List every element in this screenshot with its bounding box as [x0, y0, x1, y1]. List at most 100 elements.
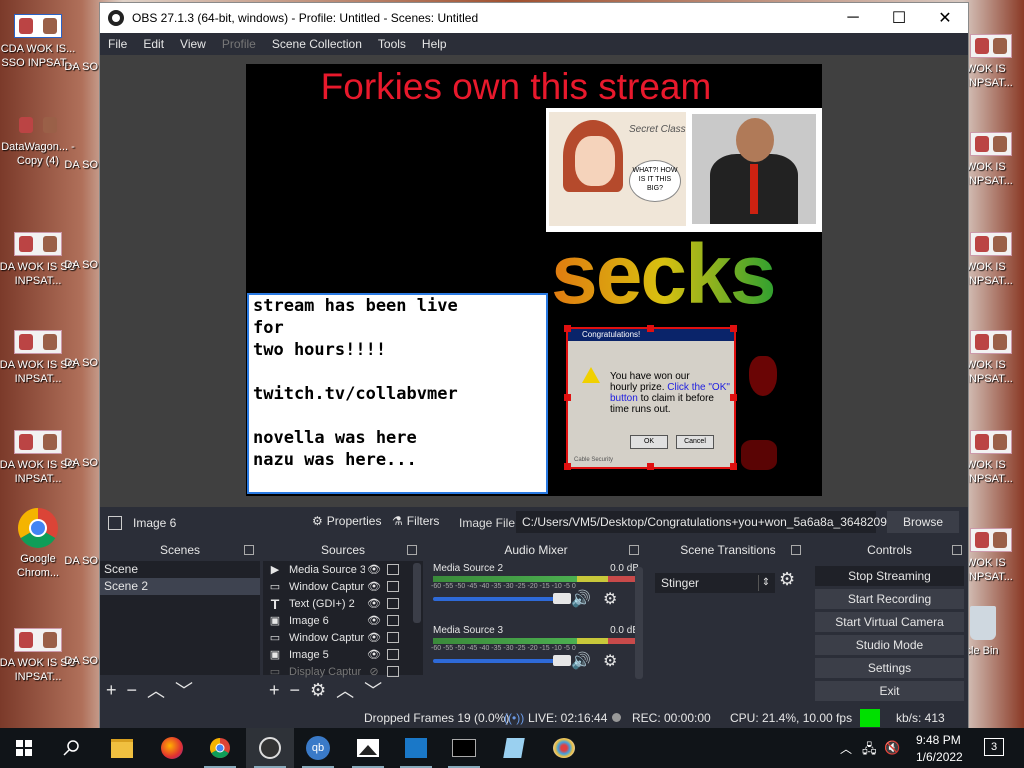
taskbar-terminal[interactable] [440, 728, 488, 768]
taskbar-qbittorrent[interactable]: qb [294, 728, 342, 768]
comic-image[interactable]: Secret Class WHAT?! HOW IS IT THIS BIG? [546, 108, 822, 232]
tray-chevron-up-icon[interactable]: ︿ [840, 740, 852, 757]
float-icon[interactable] [952, 545, 962, 555]
properties-button[interactable]: ⚙ Properties [312, 514, 381, 528]
scrollbar[interactable] [413, 563, 421, 623]
add-icon[interactable]: + [106, 680, 117, 701]
browse-button[interactable]: Browse [887, 511, 959, 533]
preview-area[interactable]: Forkies own this stream Secret Class WHA… [100, 55, 968, 507]
desktop-icon[interactable]: DA SO [50, 158, 98, 172]
start-virtual-camera-button[interactable]: Start Virtual Camera [815, 612, 964, 632]
slider-knob[interactable] [553, 655, 571, 666]
image-file-path[interactable]: C:/Users/VM5/Desktop/Congratulations+you… [516, 511, 903, 533]
volume-slider[interactable] [433, 655, 571, 666]
gear-icon[interactable]: ⚙ [779, 569, 795, 590]
transform-handle[interactable] [730, 394, 737, 401]
stop-streaming-button[interactable]: Stop Streaming [815, 566, 964, 586]
minimize-button[interactable]: ─ [830, 3, 876, 33]
taskbar-notepad[interactable] [490, 728, 538, 768]
studio-mode-button[interactable]: Studio Mode [815, 635, 964, 655]
transition-select[interactable]: Stinger ⇕ [655, 573, 775, 593]
transform-handle[interactable] [730, 325, 737, 332]
source-item[interactable]: T Text (GDI+) 2 👁 [263, 595, 423, 612]
volume-muted-icon[interactable]: 🔇 [884, 740, 900, 756]
taskbar-firefox[interactable] [148, 728, 196, 768]
preview-canvas[interactable]: Forkies own this stream Secret Class WHA… [246, 64, 822, 496]
taskbar-obs[interactable] [246, 728, 294, 768]
desktop-icon[interactable]: WOK IS INPSAT... [966, 430, 1024, 486]
scene-item-selected[interactable]: Scene 2 [100, 578, 260, 595]
menu-file[interactable]: File [108, 37, 127, 51]
source-item[interactable]: ▣ Image 5 👁 [263, 646, 423, 663]
slider-knob[interactable] [553, 593, 571, 604]
speaker-icon[interactable]: 🔊 [571, 589, 591, 609]
transform-handle[interactable] [564, 325, 571, 332]
eye-icon[interactable]: 👁 [365, 580, 383, 593]
gear-icon[interactable]: ⚙ [310, 680, 326, 701]
scene-item[interactable]: Scene [100, 561, 260, 578]
eye-icon[interactable]: 👁 [365, 563, 383, 576]
move-down-icon[interactable]: ﹀ [175, 677, 193, 703]
volume-slider[interactable] [433, 593, 571, 604]
congrats-popup-image[interactable]: Congratulations! You have won our hourly… [566, 327, 736, 469]
text-source-box[interactable]: stream has been live for two hours!!!! t… [247, 293, 548, 494]
search-button[interactable] [48, 728, 96, 768]
clock-date[interactable]: 1/6/2022 [916, 750, 963, 764]
menu-tools[interactable]: Tools [378, 37, 406, 51]
source-item[interactable]: ▶ Media Source 3 👁 [263, 561, 423, 578]
desktop-icon[interactable]: WOK IS INPSAT... [966, 528, 1024, 584]
eye-icon[interactable]: 👁 [365, 597, 383, 610]
settings-button[interactable]: Settings [815, 658, 964, 678]
desktop-icon[interactable]: DA SO [50, 654, 98, 668]
float-icon[interactable] [791, 545, 801, 555]
taskbar-chrome[interactable] [196, 728, 244, 768]
lock-icon[interactable] [387, 615, 399, 626]
desktop-icon[interactable]: WOK IS INPSAT... [966, 330, 1024, 386]
desktop-icon[interactable]: WOK IS INPSAT... [966, 132, 1024, 188]
desktop-icon[interactable]: DA SO [50, 60, 98, 74]
gear-icon[interactable]: ⚙ [603, 589, 617, 609]
eye-icon[interactable]: 👁 [365, 614, 383, 627]
add-icon[interactable]: + [269, 680, 280, 701]
source-item[interactable]: ▣ Image 6 👁 [263, 612, 423, 629]
desktop-icon[interactable]: DA SO [50, 258, 98, 272]
start-recording-button[interactable]: Start Recording [815, 589, 964, 609]
transform-handle[interactable] [647, 463, 654, 470]
desktop-icon-recycle-bin[interactable]: ycle Bin [960, 606, 1024, 658]
source-item[interactable]: ▭ Window Captur 👁 [263, 629, 423, 646]
menu-profile[interactable]: Profile [222, 37, 256, 51]
taskbar-file-explorer[interactable] [98, 728, 146, 768]
float-icon[interactable] [629, 545, 639, 555]
lock-icon[interactable] [387, 581, 399, 592]
remove-icon[interactable]: − [127, 680, 138, 701]
menu-help[interactable]: Help [422, 37, 447, 51]
transform-handle[interactable] [564, 394, 571, 401]
taskbar-photos[interactable] [344, 728, 392, 768]
float-icon[interactable] [407, 545, 417, 555]
taskbar-paint[interactable] [540, 728, 588, 768]
notifications-icon[interactable]: 3 [984, 738, 1004, 756]
menu-scene-collection[interactable]: Scene Collection [272, 37, 362, 51]
move-up-icon[interactable]: ︿ [147, 677, 165, 703]
lock-icon[interactable] [387, 632, 399, 643]
eye-icon[interactable]: 👁 [365, 631, 383, 644]
float-icon[interactable] [244, 545, 254, 555]
desktop-icon[interactable]: WOK IS INPSAT... [966, 34, 1024, 90]
transform-handle[interactable] [647, 325, 654, 332]
exit-button[interactable]: Exit [815, 681, 964, 701]
desktop-icon-chrome[interactable]: Google Chrom... [0, 506, 78, 580]
desktop-icon[interactable]: DA SO [50, 554, 98, 568]
move-up-icon[interactable]: ︿ [336, 677, 354, 703]
network-icon[interactable]: 🖧 [862, 740, 877, 762]
lock-icon[interactable] [387, 564, 399, 575]
desktop-icon[interactable]: WOK IS INPSAT... [966, 232, 1024, 288]
transform-handle[interactable] [730, 463, 737, 470]
lock-icon[interactable] [387, 649, 399, 660]
clock-time[interactable]: 9:48 PM [916, 733, 961, 747]
transform-handle[interactable] [564, 463, 571, 470]
gear-icon[interactable]: ⚙ [603, 651, 617, 671]
desktop-icon[interactable]: DA SO [50, 456, 98, 470]
move-down-icon[interactable]: ﹀ [364, 677, 382, 703]
scrollbar[interactable] [635, 567, 643, 679]
filters-button[interactable]: ⚗ Filters [392, 514, 439, 528]
